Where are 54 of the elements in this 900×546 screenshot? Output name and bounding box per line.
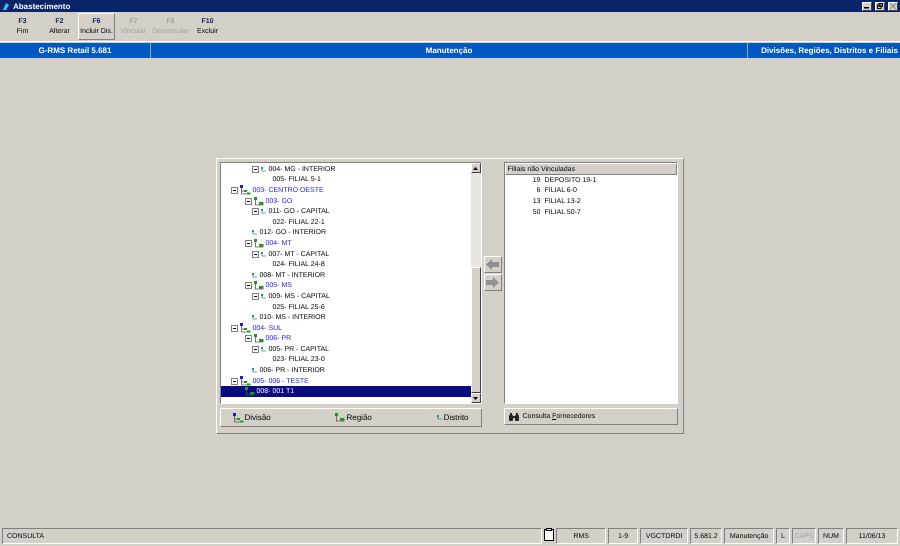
right-arrow-icon [486,277,499,288]
collapse-icon[interactable] [244,282,252,290]
collapse-icon[interactable] [230,324,238,332]
binoculars-icon [508,412,518,420]
node-icon [260,166,266,172]
collapse-icon[interactable] [252,250,258,258]
app-icon [2,2,10,10]
hierarchy-icon [335,413,346,422]
node-icon [260,294,266,299]
hierarchy-icon [240,185,250,196]
collapse-icon[interactable] [252,346,258,353]
hierarchy-icon [254,238,264,248]
scrollbar[interactable] [470,163,480,403]
hierarchy-icon [254,281,264,290]
hierarchy-icon [240,323,250,334]
up-arrow-icon[interactable] [473,166,478,170]
hierarchy-icon [254,334,264,344]
node-icon [252,272,258,278]
node-icon [260,252,266,257]
screen-title: Divisões, Regiões, Distritos e Filiais [760,45,899,57]
node-icon [252,315,258,320]
restore-icon [877,3,883,9]
minimize-button[interactable] [862,2,872,10]
node-icon [436,415,443,420]
node-icon [252,368,258,374]
hierarchy-icon [240,376,250,386]
close-icon [890,3,896,9]
link-button[interactable] [484,274,502,291]
window-title: Abastecimento [13,2,70,10]
node-icon [252,230,258,236]
add-node-button[interactable]: Região [335,413,372,422]
node-icon [260,346,266,352]
app-version: G-RMS Retail 5.681 [0,43,151,58]
close-button[interactable] [888,2,898,10]
hierarchy-icon [244,387,254,396]
unlink-button[interactable] [484,256,502,273]
collapse-icon[interactable] [252,292,258,300]
collapse-icon[interactable] [252,208,258,216]
node-icon [260,209,266,214]
mode-label: Manutenção [151,43,748,58]
collapse-icon[interactable] [252,166,258,173]
add-node-button[interactable]: Divisão [232,412,271,422]
hierarchy-icon [232,412,244,422]
collapse-icon[interactable] [244,335,252,342]
add-node-button[interactable]: Distrito [436,413,468,422]
collapse-icon[interactable] [244,198,252,205]
clipboard-icon [544,528,554,541]
down-arrow-icon[interactable] [473,396,478,400]
left-arrow-icon [486,259,499,270]
restore-button[interactable] [875,2,885,10]
collapse-icon[interactable] [230,378,238,385]
hierarchy-icon [254,196,264,206]
collapse-icon[interactable] [244,240,252,247]
collapse-icon[interactable] [230,186,238,194]
